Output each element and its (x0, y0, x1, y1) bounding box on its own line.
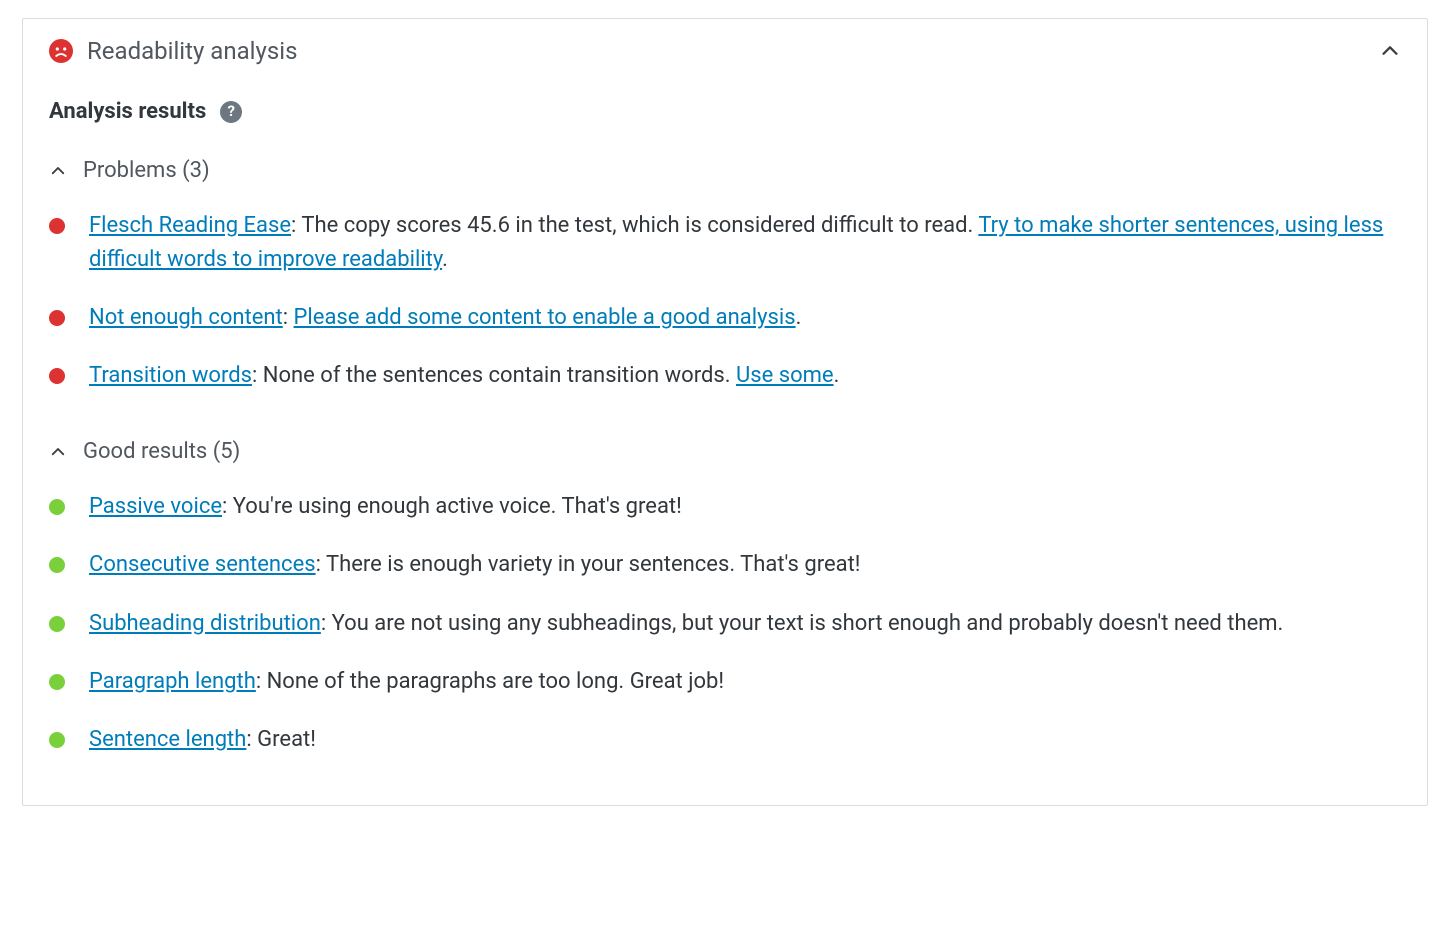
status-dot-icon (49, 616, 65, 632)
analysis-results-title: Analysis results (49, 99, 206, 124)
status-dot-icon (49, 499, 65, 515)
transition-advice-link[interactable]: Use some (736, 363, 834, 388)
good-results-list: Passive voice: You're using enough activ… (23, 472, 1427, 778)
status-dot-icon (49, 218, 65, 234)
status-dot-icon (49, 674, 65, 690)
problems-group-header[interactable]: Problems (3) (23, 134, 1427, 191)
chevron-up-icon[interactable] (49, 162, 67, 180)
item-body: Not enough content: Please add some cont… (89, 301, 1401, 335)
status-dot-icon (49, 557, 65, 573)
good-results-group-label: Good results (5) (83, 439, 240, 464)
status-dot-icon (49, 368, 65, 384)
good-results-group-header[interactable]: Good results (5) (23, 415, 1427, 472)
list-item: Paragraph length: None of the paragraphs… (49, 653, 1401, 711)
paragraph-length-link[interactable]: Paragraph length (89, 669, 256, 694)
panel-title: Readability analysis (87, 37, 1379, 65)
flesch-link[interactable]: Flesch Reading Ease (89, 213, 291, 238)
item-body: Consecutive sentences: There is enough v… (89, 548, 1401, 582)
consecutive-sentences-link[interactable]: Consecutive sentences (89, 552, 316, 577)
problems-group-label: Problems (3) (83, 158, 210, 183)
readability-panel: Readability analysis Analysis results ? … (22, 18, 1428, 806)
item-body: Paragraph length: None of the paragraphs… (89, 665, 1401, 699)
item-body: Flesch Reading Ease: The copy scores 45.… (89, 209, 1401, 277)
list-item: Not enough content: Please add some cont… (49, 289, 1401, 347)
subheading-link[interactable]: Subheading distribution (89, 611, 321, 636)
notenough-advice-link[interactable]: Please add some content to enable a good… (294, 305, 796, 330)
transition-link[interactable]: Transition words (89, 363, 252, 388)
list-item: Passive voice: You're using enough activ… (49, 478, 1401, 536)
problems-list: Flesch Reading Ease: The copy scores 45.… (23, 191, 1427, 415)
list-item: Flesch Reading Ease: The copy scores 45.… (49, 197, 1401, 289)
item-body: Passive voice: You're using enough activ… (89, 490, 1401, 524)
passive-voice-link[interactable]: Passive voice (89, 494, 222, 519)
chevron-up-icon[interactable] (49, 443, 67, 461)
item-body: Sentence length: Great! (89, 723, 1401, 757)
item-body: Subheading distribution: You are not usi… (89, 607, 1401, 641)
status-dot-icon (49, 310, 65, 326)
sad-face-icon (49, 39, 73, 63)
item-body: Transition words: None of the sentences … (89, 359, 1401, 393)
notenough-link[interactable]: Not enough content (89, 305, 283, 330)
status-dot-icon (49, 732, 65, 748)
list-item: Consecutive sentences: There is enough v… (49, 536, 1401, 594)
help-icon[interactable]: ? (220, 101, 242, 123)
list-item: Sentence length: Great! (49, 711, 1401, 769)
spacer (23, 779, 1427, 805)
chevron-up-icon[interactable] (1379, 40, 1401, 62)
list-item: Transition words: None of the sentences … (49, 347, 1401, 405)
panel-header[interactable]: Readability analysis (23, 19, 1427, 71)
list-item: Subheading distribution: You are not usi… (49, 595, 1401, 653)
analysis-results-header: Analysis results ? (23, 71, 1427, 134)
sentence-length-link[interactable]: Sentence length (89, 727, 246, 752)
